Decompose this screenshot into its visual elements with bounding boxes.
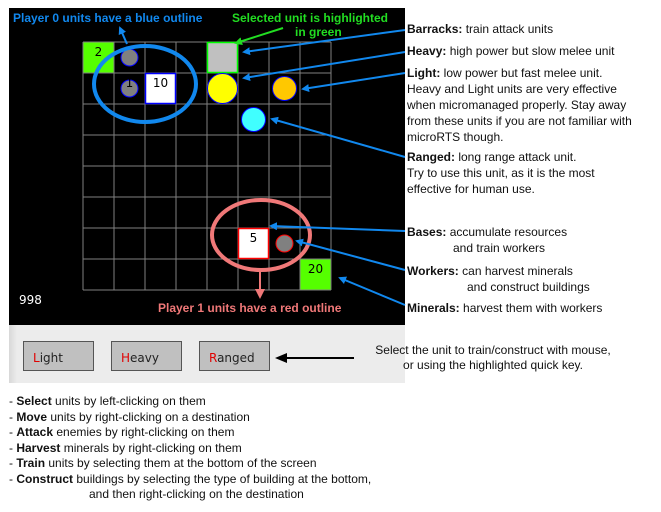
legend-text-extra: and construct buildings: [467, 280, 590, 294]
instruction-text: units by selecting them at the bottom of…: [45, 456, 317, 470]
instruction-text: minerals by right-clicking on them: [60, 440, 242, 455]
worker-unit[interactable]: [120, 48, 139, 67]
worker-shape: [275, 234, 294, 253]
hotkey-letter: R: [209, 351, 218, 365]
barracks-shape: [206, 41, 239, 74]
instruction-item: - Construct buildings by selecting the t…: [9, 471, 372, 486]
worker-count-label: 1: [126, 76, 134, 90]
mineral-unit[interactable]: 2: [83, 42, 114, 73]
base-count-label: 10: [153, 76, 168, 90]
legend-text-extra: Try to use this unit, as it is the most: [407, 166, 595, 180]
resources-readout: 998: [19, 293, 42, 307]
ranged-shape: [241, 107, 266, 132]
legend-bases: Bases: accumulate resources and train wo…: [407, 224, 567, 256]
legend-text: train attack units: [465, 22, 554, 36]
hotkey-letter: H: [121, 351, 131, 365]
legend-minerals: Minerals: harvest them with workers: [407, 301, 602, 316]
train-light-button[interactable]: Light: [23, 341, 94, 371]
mineral-count-label: 20: [308, 262, 323, 276]
button-label-rest: eavy: [130, 351, 159, 365]
unit-training-panel: Light Heavy Ranged: [9, 325, 405, 383]
instruction-item: - Train units by selecting them at the b…: [9, 456, 317, 470]
legend-text: long range attack unit.: [458, 150, 577, 164]
base-unit[interactable]: 10: [144, 72, 177, 105]
instruction-verb: Train: [16, 456, 46, 470]
base-count-label: 5: [250, 231, 258, 245]
legend-text: can harvest minerals: [462, 264, 573, 278]
mineral-unit[interactable]: 20: [300, 259, 331, 290]
worker-shape: [120, 48, 139, 67]
instruction-item: - Attack enemies by right-clicking on th…: [9, 425, 235, 439]
legend-term: Heavy:: [407, 44, 447, 58]
legend-term: Ranged:: [407, 150, 455, 164]
instruction-text: units by left-clicking on them: [51, 394, 206, 408]
legend-term: Light:: [407, 66, 441, 80]
legend-text-extra: and train workers: [453, 241, 546, 255]
instruction-verb: Harvest: [16, 440, 61, 455]
hint-line-2: or using the highlighted quick key.: [403, 358, 583, 372]
legend-text-extra: Heavy and Light units are very effective: [407, 82, 617, 96]
legend-text: harvest them with workers: [463, 301, 603, 315]
player0-caption: Player 0 units have a blue outline: [13, 11, 203, 25]
controls-hint: Select the unit to train/construct with …: [358, 343, 628, 373]
hint-line-1: Select the unit to train/construct with …: [375, 343, 611, 357]
legend-text-extra: microRTS though.: [407, 130, 504, 144]
button-label-rest: ight: [39, 351, 63, 365]
worker-unit[interactable]: 1: [120, 76, 139, 98]
legend-text-extra: when micromanaged properly. Stay away: [407, 98, 627, 112]
worker-unit[interactable]: [275, 234, 294, 253]
train-ranged-button[interactable]: Ranged: [199, 341, 270, 371]
button-label-rest: anged: [217, 351, 255, 365]
game-map[interactable]: 2 1 10 5 20 998: [9, 8, 405, 325]
legend-text: accumulate resources: [449, 225, 568, 239]
light-shape: [272, 76, 297, 101]
heavy-shape: [207, 73, 238, 104]
legend-workers: Workers: can harvest minerals and constr…: [407, 263, 590, 295]
instruction-item: - Harvest minerals by right-clicking on …: [9, 440, 242, 455]
legend-text-extra: effective for human use.: [407, 182, 535, 196]
instruction-item: - Select units by left-clicking on them: [9, 394, 206, 408]
hotkey-letter: L: [33, 351, 40, 365]
instructions-list: - Select units by left-clicking on them …: [9, 394, 371, 503]
instruction-text: buildings by selecting the type of build…: [73, 471, 372, 486]
legend-heavy: Heavy: high power but slow melee unit: [407, 44, 614, 59]
legend-ranged: Ranged: long range attack unit. Try to u…: [407, 149, 595, 197]
legend-text: low power but fast melee unit.: [443, 66, 603, 80]
player1-caption: Player 1 units have a red outline: [158, 301, 342, 315]
legend-text-extra: from these units if you are not familiar…: [407, 114, 632, 128]
instruction-verb: Move: [16, 409, 48, 424]
selected-caption-line2: in green: [295, 25, 342, 39]
mineral-count-label: 2: [95, 45, 103, 59]
selected-caption-line1: Selected unit is highlighted: [232, 11, 389, 25]
game-view[interactable]: 2 1 10 5 20 998: [9, 8, 405, 325]
train-heavy-button[interactable]: Heavy: [111, 341, 182, 371]
instruction-verb: Attack: [16, 425, 54, 439]
instruction-verb: Construct: [16, 471, 74, 486]
legend-text: high power but slow melee unit: [449, 44, 615, 58]
ranged-unit[interactable]: [241, 107, 266, 132]
legend-barracks: Barracks: train attack units: [407, 22, 553, 37]
light-unit[interactable]: [272, 76, 297, 101]
instruction-verb: Select: [16, 394, 52, 408]
map-grid: [82, 41, 332, 291]
instruction-continuation: and then right-clicking on the destinati…: [89, 487, 304, 501]
base-unit[interactable]: 5: [237, 227, 270, 260]
barracks-unit[interactable]: [206, 41, 239, 74]
instruction-text: units by right-clicking on a destination: [47, 409, 250, 424]
legend-term: Workers:: [407, 264, 459, 278]
instruction-item: - Move units by right-clicking on a dest…: [9, 409, 250, 424]
legend-term: Minerals:: [407, 301, 460, 315]
heavy-unit[interactable]: [207, 73, 238, 104]
instruction-text: enemies by right-clicking on them: [53, 425, 235, 439]
legend-term: Bases:: [407, 225, 447, 239]
legend-term: Barracks:: [407, 22, 463, 36]
legend-light: Light: low power but fast melee unit. He…: [407, 65, 632, 145]
